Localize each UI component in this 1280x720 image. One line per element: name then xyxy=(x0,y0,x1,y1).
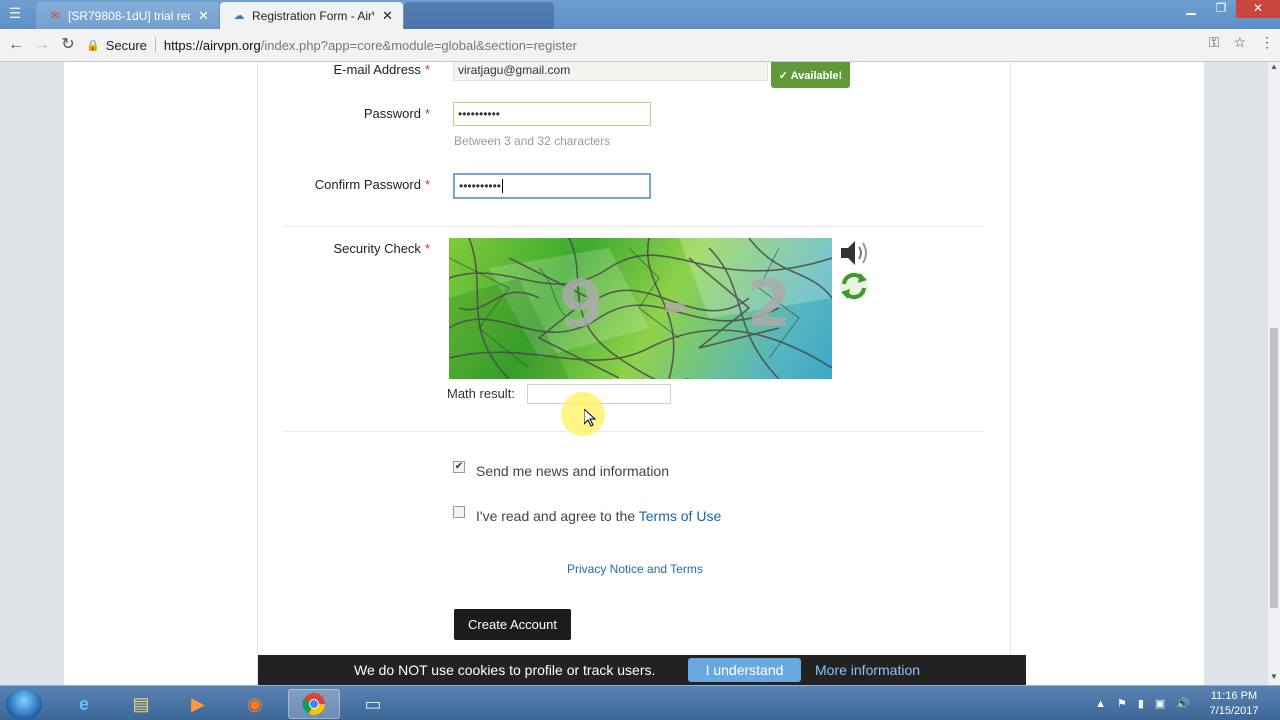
page-viewport: E-mail Address * viratjagu@gmail.com ✓ Av… xyxy=(0,62,1268,685)
tab-label: [SR79808-1dU] trial requ xyxy=(68,8,190,23)
scrollbar-thumb[interactable] xyxy=(1270,328,1278,608)
chrome-menu-icon[interactable]: ☰ xyxy=(6,5,24,21)
page-scrollbar[interactable]: ▲ ▼ xyxy=(1268,62,1280,685)
tab-blurred[interactable] xyxy=(404,2,554,29)
password-label: Password * xyxy=(363,106,430,121)
windows-taskbar: e ▤ ▶ ◉ ▭ ▲ ⚑ ▮ ▣ 🔊 11:16 PM 7/15/2017 xyxy=(0,685,1280,720)
internet-explorer-icon[interactable]: e xyxy=(58,689,110,719)
back-arrow-icon[interactable]: ← xyxy=(6,35,26,55)
gmail-icon: ✉ xyxy=(50,10,60,22)
battery-icon[interactable]: ▮ xyxy=(1138,697,1144,710)
scroll-down-icon[interactable]: ▼ xyxy=(1268,672,1280,684)
file-explorer-icon[interactable]: ▤ xyxy=(115,689,167,719)
section-divider xyxy=(284,431,984,432)
cursor-highlight xyxy=(561,392,605,436)
clock-time: 11:16 PM xyxy=(1210,690,1258,702)
terms-checkbox[interactable] xyxy=(453,506,465,518)
tab-gmail[interactable]: ✉ [SR79808-1dU] trial requ ✕ xyxy=(36,2,219,29)
captcha-text: 9 - 2 xyxy=(559,268,810,342)
section-divider xyxy=(284,226,984,227)
star-icon[interactable]: ☆ xyxy=(1233,34,1246,51)
news-checkbox-label: Send me news and information xyxy=(476,463,669,479)
security-check-label: Security Check * xyxy=(333,241,430,256)
network-icon[interactable]: ▣ xyxy=(1155,697,1165,710)
password-hint: Between 3 and 32 characters xyxy=(454,134,611,148)
privacy-notice-link[interactable]: Privacy Notice and Terms xyxy=(567,562,703,576)
url-host: https://airvpn.org xyxy=(163,37,261,53)
captcha-image: 9 - 2 xyxy=(449,238,832,379)
media-player-icon[interactable]: ▶ xyxy=(172,689,224,719)
maximize-icon[interactable]: ❐ xyxy=(1206,0,1236,18)
more-menu-icon[interactable]: ⋮ xyxy=(1260,34,1274,51)
volume-icon[interactable]: 🔊 xyxy=(1176,697,1190,710)
browser-toolbar: ← → ↻ 🔒 Secure https://airvpn.org /index… xyxy=(0,29,1280,62)
close-window-icon[interactable]: ✕ xyxy=(1236,0,1280,18)
terms-of-use-link[interactable]: Terms of Use xyxy=(639,508,721,524)
secure-label: Secure xyxy=(105,37,147,53)
minimize-icon[interactable]: ▁ xyxy=(1176,0,1206,18)
cookie-message: We do NOT use cookies to profile or trac… xyxy=(354,662,656,678)
chrome-icon[interactable] xyxy=(288,689,340,719)
airvpn-cloud-icon: ☁ xyxy=(233,10,245,22)
email-available-badge: ✓ Available! xyxy=(771,62,850,88)
clock-date: 7/15/2017 xyxy=(1209,705,1259,717)
confirm-password-label: Confirm Password * xyxy=(314,177,430,192)
refresh-captcha-icon[interactable] xyxy=(838,270,872,302)
text-caret xyxy=(502,179,504,193)
scroll-up-icon[interactable]: ▲ xyxy=(1268,62,1280,74)
tab-registration[interactable]: ☁ Registration Form - AirVI ✕ xyxy=(220,2,403,29)
close-icon[interactable]: ✕ xyxy=(198,8,209,24)
key-icon[interactable]: ⚿ xyxy=(1209,34,1220,51)
firefox-icon[interactable]: ◉ xyxy=(229,689,281,719)
password-field[interactable]: •••••••••• xyxy=(453,102,651,126)
system-tray: ▲ ⚑ ▮ ▣ 🔊 xyxy=(1095,686,1190,720)
start-button[interactable] xyxy=(6,688,42,720)
cookie-accept-button[interactable]: I understand xyxy=(688,658,801,682)
lock-icon: 🔒 xyxy=(86,39,100,52)
tab-label: Registration Form - AirVI xyxy=(252,8,374,23)
window-controls: ▁ ❐ ✕ xyxy=(1176,0,1280,18)
email-label: E-mail Address * xyxy=(333,62,430,77)
terms-checkbox-label: I've read and agree to the Terms of Use xyxy=(476,508,722,524)
address-bar[interactable]: 🔒 Secure https://airvpn.org /index.php?a… xyxy=(86,32,1256,58)
system-clock[interactable]: 11:16 PM 7/15/2017 xyxy=(1204,689,1264,719)
create-account-button[interactable]: Create Account xyxy=(454,609,571,640)
mouse-pointer-icon xyxy=(584,409,596,427)
action-center-flag-icon[interactable]: ⚑ xyxy=(1117,697,1127,710)
audio-captcha-icon[interactable] xyxy=(838,238,872,270)
notepad-icon[interactable]: ▭ xyxy=(347,689,399,719)
url-path: /index.php?app=core&module=global&sectio… xyxy=(260,37,577,53)
forward-arrow-icon[interactable]: → xyxy=(32,35,52,55)
math-result-label: Math result: xyxy=(447,386,515,401)
news-checkbox[interactable]: ✔ xyxy=(453,461,465,473)
address-separator xyxy=(154,37,156,53)
show-hidden-icons-icon[interactable]: ▲ xyxy=(1095,698,1106,710)
email-field[interactable]: viratjagu@gmail.com xyxy=(453,62,768,81)
confirm-password-value: •••••••••• xyxy=(459,179,502,193)
close-icon[interactable]: ✕ xyxy=(382,8,393,24)
cookie-notice-bar: We do NOT use cookies to profile or trac… xyxy=(258,655,1026,685)
cookie-more-info-link[interactable]: More information xyxy=(815,662,920,678)
reload-icon[interactable]: ↻ xyxy=(58,35,78,55)
browser-title-bar: ☰ ✉ [SR79808-1dU] trial requ ✕ ☁ Registr… xyxy=(0,0,1280,29)
confirm-password-field[interactable]: •••••••••• xyxy=(453,173,651,199)
